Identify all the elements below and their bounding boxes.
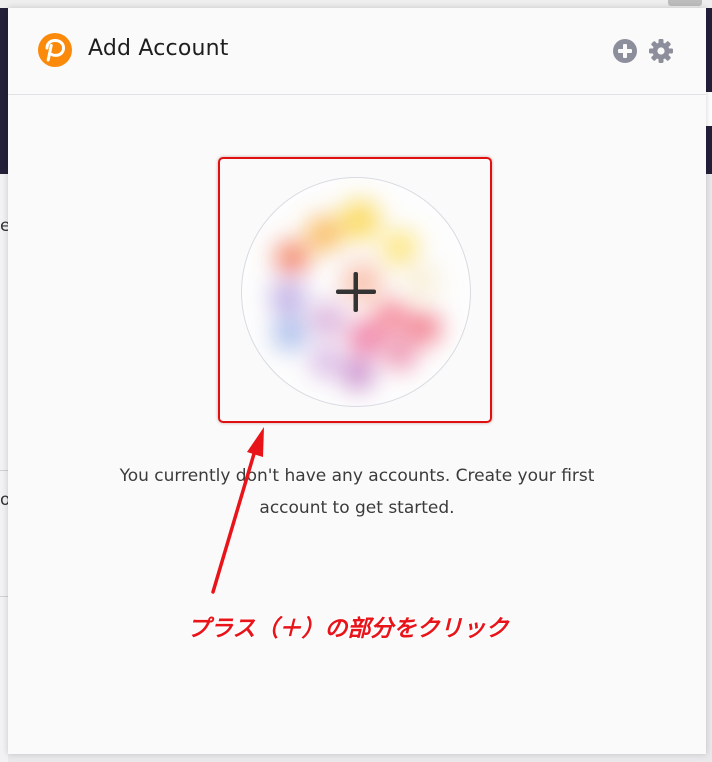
annotation-label: プラス（＋）の部分をクリック — [187, 616, 509, 642]
annotation-arrow — [211, 427, 264, 594]
screenshot-stage: e o Add Account You currently don't have… — [0, 0, 712, 762]
